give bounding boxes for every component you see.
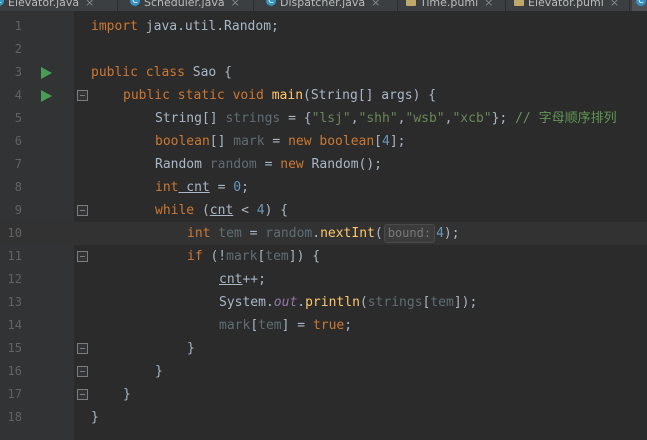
fold-end-icon[interactable] bbox=[77, 389, 88, 400]
code-line-15: 15 } bbox=[0, 337, 647, 360]
fold-end-icon[interactable] bbox=[77, 366, 88, 377]
run-class-icon[interactable] bbox=[41, 67, 52, 79]
code-line-14: 14 mark[tem] = true; bbox=[0, 314, 647, 337]
tab-elevator-java[interactable]: C Elevator.java × bbox=[0, 0, 118, 11]
line-number: 15 bbox=[7, 341, 22, 355]
code-line-1: 1 import java.util.Random; bbox=[0, 15, 647, 38]
code-line-13: 13 System.out.println(strings[tem]); bbox=[0, 291, 647, 314]
c-java-icon: C bbox=[130, 0, 140, 6]
line-number: 12 bbox=[7, 272, 22, 286]
code-text[interactable]: public class Sao { bbox=[91, 61, 232, 84]
puml-file-icon bbox=[514, 0, 524, 6]
code-text[interactable]: if (!mark[tem]) { bbox=[187, 245, 320, 268]
c-java-icon: C bbox=[266, 0, 276, 6]
code-line-6: 6 boolean[] mark = new boolean[4]; bbox=[0, 130, 647, 153]
close-icon[interactable]: × bbox=[231, 0, 240, 9]
puml-file-icon bbox=[406, 0, 416, 6]
line-number: 18 bbox=[7, 410, 22, 424]
close-icon[interactable]: × bbox=[484, 0, 493, 9]
code-text[interactable]: while (cnt < 4) { bbox=[155, 199, 288, 222]
code-line-8: 8 int cnt = 0; bbox=[0, 176, 647, 199]
line-number: 2 bbox=[14, 42, 22, 56]
code-text[interactable]: System.out.println(strings[tem]); bbox=[219, 291, 477, 314]
tab-scheduler-java[interactable]: C Scheduler.java × bbox=[126, 0, 254, 11]
line-number: 17 bbox=[7, 387, 22, 401]
code-text[interactable]: String[] strings = {"lsj","shh","wsb","x… bbox=[155, 107, 617, 130]
line-number: 7 bbox=[14, 157, 22, 171]
line-number: 10 bbox=[7, 226, 22, 240]
fold-icon[interactable] bbox=[77, 90, 88, 101]
code-line-16: 16 } bbox=[0, 360, 647, 383]
code-text[interactable]: Random random = new Random(); bbox=[155, 153, 382, 176]
code-text[interactable]: boolean[] mark = new boolean[4]; bbox=[155, 130, 405, 153]
line-number: 5 bbox=[14, 111, 22, 125]
code-text[interactable]: int cnt = 0; bbox=[155, 176, 249, 199]
code-text[interactable]: } bbox=[123, 383, 131, 406]
tab-label: Elevator.puml bbox=[528, 0, 604, 9]
code-line-7: 7 Random random = new Random(); bbox=[0, 153, 647, 176]
code-text[interactable]: } bbox=[155, 360, 163, 383]
code-line-3: 3 public class Sao { bbox=[0, 61, 647, 84]
code-line-11: 11 if (!mark[tem]) { bbox=[0, 245, 647, 268]
code-line-9: 9 while (cnt < 4) { bbox=[0, 199, 647, 222]
code-comment: // 字母顺序排列 bbox=[515, 111, 617, 126]
tab-label: Scheduler.java bbox=[144, 0, 225, 9]
code-line-10-current: 10 int tem = random.nextInt(bound: 4); bbox=[0, 222, 647, 245]
tab-label: Dispatcher.java bbox=[280, 0, 366, 9]
tab-label: Elevator.java bbox=[8, 0, 80, 9]
run-main-icon[interactable] bbox=[41, 90, 52, 102]
tab-dispatcher-java[interactable]: C Dispatcher.java × bbox=[262, 0, 398, 11]
code-text[interactable]: } bbox=[91, 406, 99, 429]
tab-time-puml[interactable]: Time.puml × bbox=[402, 0, 506, 11]
parameter-hint: bound: bbox=[383, 224, 436, 243]
fold-icon[interactable] bbox=[77, 205, 88, 216]
line-number: 14 bbox=[7, 318, 22, 332]
close-icon[interactable]: × bbox=[371, 0, 380, 9]
code-line-12: 12 cnt++; bbox=[0, 268, 647, 291]
line-number: 11 bbox=[7, 249, 22, 263]
tab-elevator-puml[interactable]: Elevator.puml × bbox=[510, 0, 630, 11]
line-number: 16 bbox=[7, 364, 22, 378]
code-line-4: 4 public static void main(String[] args)… bbox=[0, 84, 647, 107]
line-number: 4 bbox=[14, 88, 22, 102]
code-line-17: 17 } bbox=[0, 383, 647, 406]
tab-label: Time.puml bbox=[420, 0, 479, 9]
code-text[interactable]: import java.util.Random; bbox=[91, 15, 279, 38]
c-java-icon: C bbox=[0, 0, 4, 6]
code-text[interactable]: int tem = random.nextInt(bound: 4); bbox=[187, 222, 460, 245]
line-number: 3 bbox=[14, 65, 22, 79]
code-line-5: 5 String[] strings = {"lsj","shh","wsb",… bbox=[0, 107, 647, 130]
tab-active[interactable]: C bbox=[632, 0, 647, 11]
code-line-18: 18 } bbox=[0, 406, 647, 429]
close-icon[interactable]: × bbox=[610, 0, 619, 9]
line-number: 13 bbox=[7, 295, 22, 309]
fold-end-icon[interactable] bbox=[77, 343, 88, 354]
code-line-2: 2 bbox=[0, 38, 647, 61]
line-number: 1 bbox=[14, 19, 22, 33]
line-number: 8 bbox=[14, 180, 22, 194]
code-text[interactable]: } bbox=[187, 337, 195, 360]
code-text[interactable]: mark[tem] = true; bbox=[219, 314, 352, 337]
fold-icon[interactable] bbox=[77, 251, 88, 262]
code-text[interactable]: cnt++; bbox=[219, 268, 266, 291]
close-icon[interactable]: × bbox=[85, 0, 94, 9]
c-java-icon: C bbox=[636, 0, 646, 6]
editor-tab-bar: C Elevator.java × C Scheduler.java × C Dispat… bbox=[0, 0, 647, 11]
code-text[interactable]: public static void main(String[] args) { bbox=[123, 84, 436, 107]
line-number: 6 bbox=[14, 134, 22, 148]
line-number: 9 bbox=[14, 203, 22, 217]
